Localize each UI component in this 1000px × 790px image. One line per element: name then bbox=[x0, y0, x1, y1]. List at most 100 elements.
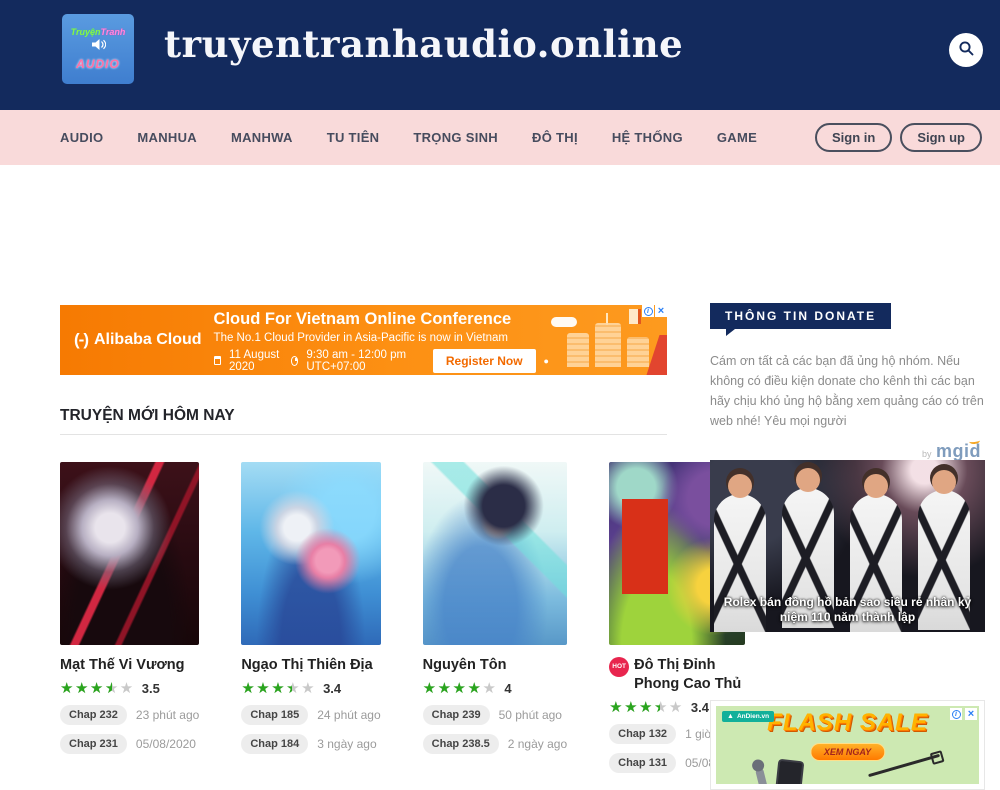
ad-date: 11 August 2020 bbox=[229, 349, 283, 373]
star-rating: ★★★★★★★★★★ bbox=[609, 700, 684, 715]
ad-info-button[interactable]: i bbox=[950, 708, 962, 720]
speaker-icon bbox=[91, 38, 106, 56]
logo-audio-label: AUDIO bbox=[76, 57, 120, 71]
rating-row: ★★★★★★★★★★ 4 bbox=[423, 681, 567, 696]
chapter-row: Chap 231 05/08/2020 bbox=[60, 734, 199, 754]
chapter-chip[interactable]: Chap 131 bbox=[609, 753, 676, 773]
nav-item-4[interactable]: TU TIÊN bbox=[327, 130, 380, 145]
ad-time: 9:30 am - 12:00 pm UTC+07:00 bbox=[306, 349, 416, 373]
comic-cover[interactable] bbox=[60, 462, 199, 645]
chapter-row: Chap 232 23 phút ago bbox=[60, 705, 199, 725]
nav-item-3[interactable]: MANHWA bbox=[231, 130, 293, 145]
rating-value: 3.5 bbox=[142, 681, 160, 696]
comics-grid: Mạt Thế Vi Vương ★★★★★★★★★★ 3.5 Chap 232… bbox=[60, 462, 667, 773]
nav-item-2[interactable]: MANHUA bbox=[137, 130, 197, 145]
mgid-attribution: by mgid bbox=[710, 441, 985, 462]
chapter-chip[interactable]: Chap 184 bbox=[241, 734, 308, 754]
donate-text: Cám ơn tất cả các bạn đã ủng hộ nhóm. Nế… bbox=[710, 351, 985, 431]
sign-in-button[interactable]: Sign in bbox=[815, 123, 892, 152]
cloud-icon bbox=[551, 317, 577, 327]
flash-sale-ad[interactable]: ▲ AnDien.vn FLASH SALE XEM NGAY i × bbox=[710, 700, 985, 790]
auth-buttons: Sign in Sign up bbox=[815, 123, 982, 152]
site-logo[interactable]: TruyệnTranh AUDIO bbox=[62, 14, 134, 84]
comic-title[interactable]: Nguyên Tôn bbox=[423, 656, 567, 675]
chapter-time: 50 phút ago bbox=[499, 708, 562, 722]
alibaba-ad-banner[interactable]: (-) Alibaba Cloud Cloud For Vietnam Onli… bbox=[60, 305, 667, 375]
comic-card: Ngạo Thị Thiên Địa ★★★★★★★★★★ 3.4 Chap 1… bbox=[241, 462, 380, 773]
sign-up-button[interactable]: Sign up bbox=[900, 123, 982, 152]
chapter-row: Chap 238.5 2 ngày ago bbox=[423, 734, 567, 754]
site-header: TruyệnTranh AUDIO truyentranhaudio.onlin… bbox=[0, 0, 1000, 110]
comic-title[interactable]: Mạt Thế Vi Vương bbox=[60, 656, 199, 675]
xem-ngay-button[interactable]: XEM NGAY bbox=[810, 743, 885, 761]
chapter-chip[interactable]: Chap 132 bbox=[609, 724, 676, 744]
star-rating: ★★★★★★★★★★ bbox=[241, 681, 316, 696]
alibaba-brand-text: Alibaba Cloud bbox=[94, 331, 202, 349]
info-icon: i bbox=[952, 710, 961, 719]
register-now-button[interactable]: Register Now bbox=[433, 349, 536, 373]
ad-subtitle: The No.1 Cloud Provider in Asia-Pacific … bbox=[214, 332, 549, 344]
rating-value: 4 bbox=[504, 681, 511, 696]
chapter-chip[interactable]: Chap 238.5 bbox=[423, 734, 499, 754]
main-nav: AUDIO MANHUA MANHWA TU TIÊN TRỌNG SINH ĐÔ THỊ… bbox=[0, 110, 1000, 165]
chapter-row: Chap 239 50 phút ago bbox=[423, 705, 567, 725]
nav-item-1[interactable]: AUDIO bbox=[60, 130, 103, 145]
brand-mark-icon: ▲ bbox=[727, 713, 734, 720]
chapter-time: 3 ngày ago bbox=[317, 737, 376, 751]
close-icon: × bbox=[658, 306, 664, 317]
calendar-icon bbox=[214, 356, 221, 365]
microphone-product-image bbox=[755, 767, 769, 784]
nav-item-8[interactable]: GAME bbox=[717, 130, 757, 145]
mgid-by-label: by bbox=[922, 449, 932, 459]
nav-items: AUDIO MANHUA MANHWA TU TIÊN TRỌNG SINH ĐÔ THỊ… bbox=[60, 130, 757, 145]
comic-card: Nguyên Tôn ★★★★★★★★★★ 4 Chap 239 50 phút … bbox=[423, 462, 567, 773]
ad-title: Cloud For Vietnam Online Conference bbox=[214, 310, 549, 329]
nav-item-6[interactable]: ĐÔ THỊ bbox=[532, 130, 578, 145]
rating-row: ★★★★★★★★★★ 3.4 bbox=[241, 681, 380, 696]
logo-text: TruyệnTranh bbox=[71, 27, 126, 37]
chapter-time: 24 phút ago bbox=[317, 708, 380, 722]
nav-item-7[interactable]: HỆ THỐNG bbox=[612, 130, 683, 145]
chapter-row: Chap 184 3 ngày ago bbox=[241, 734, 380, 754]
nav-item-5[interactable]: TRỌNG SINH bbox=[413, 130, 498, 145]
chapter-chip[interactable]: Chap 185 bbox=[241, 705, 308, 725]
section-title-new-today: TRUYỆN MỚI HÔM NAY bbox=[60, 407, 235, 425]
clock-icon bbox=[291, 356, 298, 366]
chapter-chip[interactable]: Chap 239 bbox=[423, 705, 490, 725]
mgid-logo[interactable]: mgid bbox=[936, 441, 981, 461]
native-ad-rolex[interactable]: Rolex bán đồng hồ bản sao siêu rẻ nhân k… bbox=[710, 460, 985, 632]
site-title[interactable]: truyentranhaudio.online bbox=[164, 22, 683, 66]
info-icon: i bbox=[644, 307, 653, 316]
paper-icon bbox=[629, 309, 641, 324]
star-rating: ★★★★★★★★★★ bbox=[423, 681, 498, 696]
flash-ad-brand[interactable]: ▲ AnDien.vn bbox=[722, 711, 774, 722]
rating-row: ★★★★★★★★★★ 3.5 bbox=[60, 681, 199, 696]
ad-close-button[interactable]: × bbox=[655, 305, 667, 317]
search-icon bbox=[958, 40, 975, 60]
comic-cover[interactable] bbox=[241, 462, 380, 645]
native-ad-caption[interactable]: Rolex bán đồng hồ bản sao siêu rẻ nhân k… bbox=[710, 595, 985, 626]
close-icon: × bbox=[968, 709, 974, 720]
ad-close-button[interactable]: × bbox=[965, 708, 977, 720]
chapter-time: 05/08/2020 bbox=[136, 737, 196, 751]
chapter-time: 23 phút ago bbox=[136, 708, 199, 722]
chapter-chip[interactable]: Chap 231 bbox=[60, 734, 127, 754]
comic-card: Mạt Thế Vi Vương ★★★★★★★★★★ 3.5 Chap 232… bbox=[60, 462, 199, 773]
chapter-time: 2 ngày ago bbox=[508, 737, 567, 751]
chapter-row: Chap 185 24 phút ago bbox=[241, 705, 380, 725]
chapter-chip[interactable]: Chap 232 bbox=[60, 705, 127, 725]
comic-title[interactable]: Ngạo Thị Thiên Địa bbox=[241, 656, 380, 675]
alibaba-bracket-icon: (-) bbox=[74, 330, 88, 350]
section-divider bbox=[60, 434, 667, 435]
comic-cover[interactable] bbox=[423, 462, 567, 645]
star-rating: ★★★★★★★★★★ bbox=[60, 681, 135, 696]
search-button[interactable] bbox=[949, 33, 983, 67]
rating-value: 3.4 bbox=[323, 681, 341, 696]
rating-value: 3.4 bbox=[691, 700, 709, 715]
ad-info-button[interactable]: i bbox=[642, 305, 654, 317]
donate-ribbon-title: THÔNG TIN DONATE bbox=[710, 303, 891, 329]
alibaba-cloud-logo: (-) Alibaba Cloud bbox=[60, 330, 214, 350]
sidebar: THÔNG TIN DONATE Cám ơn tất cả các bạn đ… bbox=[710, 303, 985, 766]
phone-product-image bbox=[774, 759, 805, 784]
hot-badge: HOT bbox=[609, 657, 629, 677]
